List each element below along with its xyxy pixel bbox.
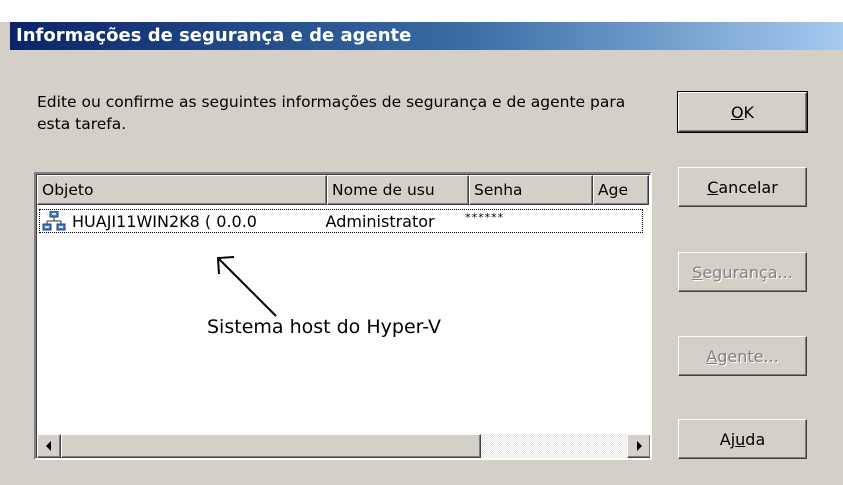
horizontal-scrollbar[interactable] — [37, 434, 650, 458]
row-password: ****** — [465, 210, 505, 224]
help-button[interactable]: Ajuda — [678, 419, 807, 459]
arrow-right-icon — [637, 441, 642, 451]
help-button-label: da — [745, 429, 766, 449]
arrow-left-icon — [46, 441, 51, 451]
table-row[interactable]: HUAJI11WIN2K8 ( 0.0.0 Administrator ****… — [39, 209, 643, 233]
window-title: Informações de segurança e de agente — [10, 22, 843, 50]
ok-button-mnemonic: O — [730, 102, 744, 122]
cancel-button-label: ancelar — [718, 177, 778, 197]
help-button-mnemonic: u — [735, 429, 746, 449]
agent-button-mnemonic: A — [706, 346, 718, 366]
security-button-mnemonic: S — [692, 262, 703, 282]
row-object: HUAJI11WIN2K8 ( 0.0.0 — [72, 211, 257, 231]
instructions-text: Edite ou confirme as seguintes informaçõ… — [37, 93, 626, 133]
scroll-left-button[interactable] — [37, 434, 61, 458]
annotation-label: Sistema host do Hyper-V — [207, 316, 441, 338]
row-username: Administrator — [325, 211, 435, 231]
list-header: Objeto Nome de usu Senha Age — [37, 175, 649, 205]
ok-button[interactable]: OK — [677, 91, 808, 133]
annotation-arrow-icon — [216, 256, 277, 317]
column-header-username[interactable]: Nome de usu — [327, 175, 469, 205]
column-header-password[interactable]: Senha — [469, 175, 593, 205]
column-header-object[interactable]: Objeto — [37, 175, 327, 205]
network-computer-icon — [42, 211, 66, 231]
scroll-right-button[interactable] — [627, 434, 650, 458]
scroll-track[interactable] — [481, 434, 627, 458]
agent-button[interactable]: Agente... — [678, 336, 807, 376]
column-header-agent[interactable]: Age — [593, 175, 649, 205]
help-button-prefix: Aj — [719, 429, 736, 449]
scroll-thumb[interactable] — [61, 434, 481, 458]
agent-button-label: gente... — [717, 346, 779, 366]
security-button[interactable]: Segurança... — [678, 252, 807, 292]
cancel-button-mnemonic: C — [707, 177, 719, 197]
cancel-button[interactable]: Cancelar — [678, 167, 807, 207]
ok-button-label: K — [743, 102, 755, 122]
security-button-label: egurança... — [702, 262, 793, 282]
